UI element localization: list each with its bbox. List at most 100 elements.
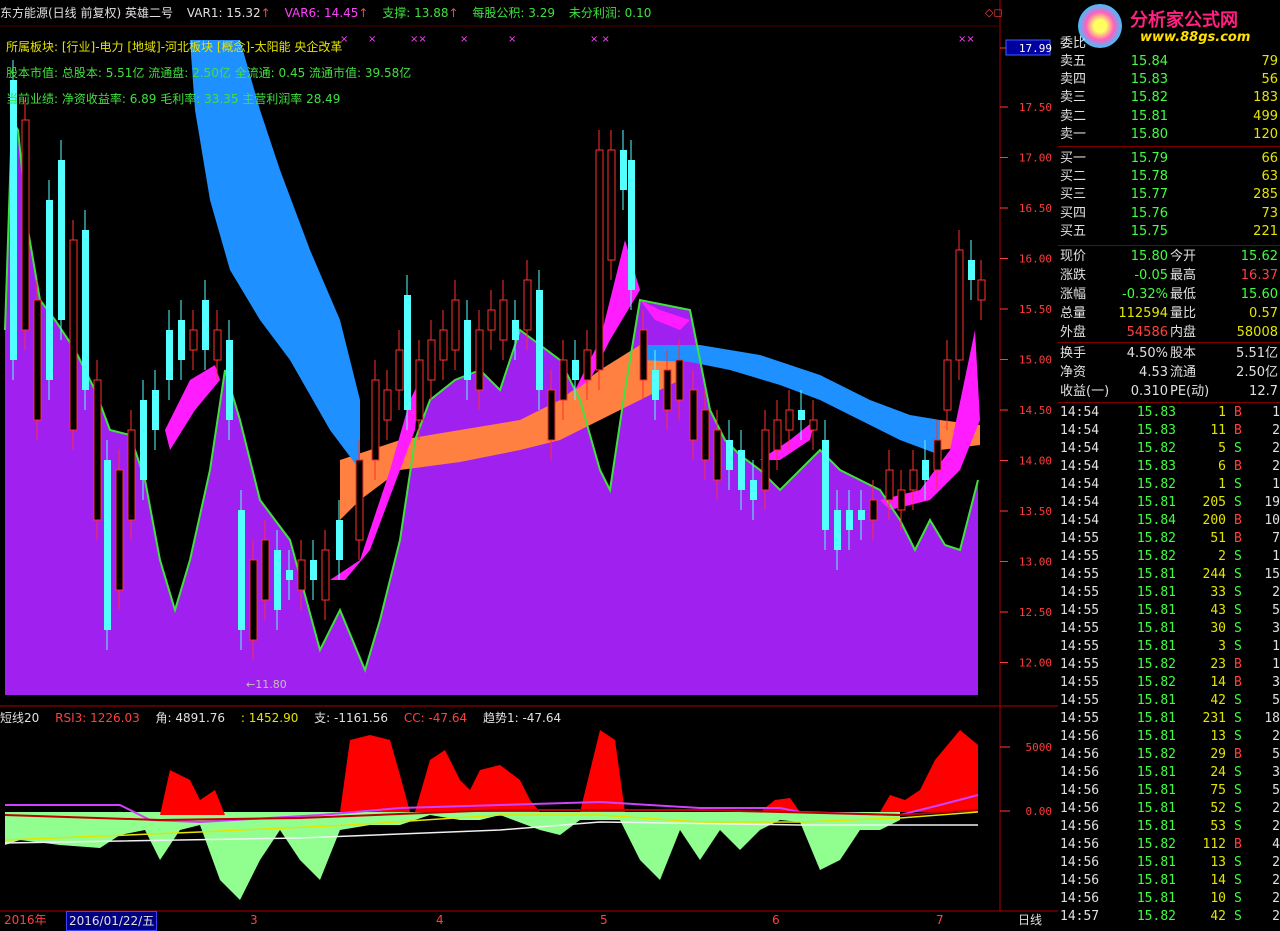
quote-volume: 285 (1253, 187, 1278, 203)
price-axis: 17.99 17.50 17.00 16.50 16.00 15.50 15.00 14.50… (1000, 39, 1052, 670)
candle-body (427, 339, 436, 381)
tick-row: 14:54 15.84 200 B 10 (1060, 513, 1280, 528)
candle-body (464, 320, 471, 380)
quote-row[interactable]: 卖一 15.80 120 (1058, 126, 1280, 144)
val3-value: : 1452.90 (240, 711, 299, 725)
tick-row: 14:56 15.81 14 S 2 (1060, 873, 1280, 888)
quote-row[interactable]: 买三 15.77 285 (1058, 186, 1280, 204)
logo-title: 分析家公式网 (1130, 10, 1238, 31)
sector-info: 所属板块: [行业]-电力 [地域]-河北板块 [概念]-太阳能 央企改革 (6, 40, 343, 54)
tick-row: 14:56 15.81 13 S 2 (1060, 855, 1280, 870)
tick-row: 14:57 15.82 42 S 2 (1060, 909, 1280, 924)
quote-label: 买一 (1060, 151, 1087, 166)
quote-label: 买三 (1060, 187, 1087, 203)
candle-body (750, 480, 757, 500)
tick-row: 14:56 15.81 24 S 3 (1060, 765, 1280, 780)
candle-body (955, 249, 964, 361)
candle-body (834, 510, 841, 550)
candle-body (249, 559, 258, 641)
candle-body (371, 379, 380, 461)
candle-body (583, 349, 592, 381)
tick-row: 14:55 15.82 2 S 1 (1060, 549, 1280, 564)
candle-body (773, 419, 782, 451)
candle-body (785, 409, 794, 431)
candle-body (607, 149, 616, 261)
candle-body (115, 469, 124, 591)
tick-row: 14:54 15.81 205 S 19 (1060, 495, 1280, 510)
candle-body (475, 329, 484, 391)
tick-row: 14:55 15.81 42 S 5 (1060, 693, 1280, 708)
price-axis-label: 14.00 (1019, 455, 1052, 468)
sub-axis-label-zero: 0.00 (1026, 805, 1053, 818)
low-price-marker: ←11.80 (246, 678, 287, 691)
candle-body (943, 359, 952, 411)
tick-row: 14:54 15.83 11 B 2 (1060, 423, 1280, 438)
candle-body (166, 330, 173, 380)
candle-body (395, 349, 404, 391)
quote-row[interactable]: 买四 15.76 73 (1058, 205, 1280, 223)
tick-row: 14:55 15.81 244 S 15 (1060, 567, 1280, 582)
candle-body (226, 340, 233, 420)
tick-row: 14:55 15.82 14 B 3 (1060, 675, 1280, 690)
candle-body (675, 359, 684, 401)
quote-row[interactable]: 买一 15.79 66 (1058, 150, 1280, 168)
svg-text:××: ×× (958, 34, 975, 45)
quote-price: 15.84 (1130, 54, 1168, 69)
quote-row[interactable]: 买五 15.75 221 (1058, 223, 1280, 241)
quote-volume: 79 (1261, 54, 1278, 69)
sub-axis-label-5000: 5000 (1026, 741, 1053, 754)
candle-body (798, 410, 805, 420)
fund-value: 每股公积: 3.29 (472, 6, 555, 20)
quote-row[interactable]: 买二 15.78 63 (1058, 168, 1280, 186)
tick-row: 14:56 15.81 52 S 2 (1060, 801, 1280, 816)
candle-body (487, 309, 496, 331)
quote-row[interactable]: 卖三 15.82 183 (1058, 89, 1280, 107)
quote-label: 卖四 (1060, 72, 1087, 88)
stat-row: 外盘 54586 内盘 58008 (1060, 325, 1278, 340)
quote-volume: 120 (1253, 126, 1278, 142)
candle-body (713, 429, 722, 481)
month-7: 7 (936, 913, 944, 927)
price-axis-label: 16.00 (1019, 253, 1052, 266)
logo-url: www.88gs.com (1140, 30, 1251, 45)
tick-row: 14:55 15.81 3 S 1 (1060, 639, 1280, 654)
price-axis-label: 13.00 (1019, 556, 1052, 569)
candle-body (93, 379, 102, 521)
quote-price: 15.83 (1130, 72, 1168, 88)
quote-volume: 56 (1261, 72, 1278, 88)
indicator-header: 东方能源(日线 前复权) 英雄二号 VAR1: 15.32↑ VAR6: 14.… (0, 6, 652, 20)
candle-body (58, 160, 65, 320)
quote-row[interactable]: 卖二 15.81 499 (1058, 108, 1280, 126)
candle-body (451, 299, 460, 351)
candle-body (547, 389, 556, 441)
chart-canvas[interactable]: 17.99 17.50 17.00 16.50 16.00 15.50 15.00 14.50… (0, 0, 1058, 929)
tick-row: 14:56 15.81 53 S 2 (1060, 819, 1280, 834)
quote-price: 15.76 (1130, 205, 1168, 221)
candle-body (46, 200, 53, 380)
capital-info: 股本市值: 总股本: 5.51亿 流通盘: 2.50亿 全流通: 0.45 流通… (6, 66, 412, 80)
stat-row: 涨跌 -0.05 最高 16.37 (1060, 268, 1278, 283)
quote-volume: 499 (1253, 108, 1278, 124)
quote-row[interactable]: 卖四 15.83 56 (1058, 71, 1280, 89)
tick-row: 14:54 15.83 1 B 1 (1060, 405, 1280, 420)
candle-body (202, 300, 209, 350)
candle-body (536, 290, 543, 390)
quote-price: 15.81 (1130, 108, 1168, 124)
month-3: 3 (250, 913, 258, 927)
price-axis-label: 14.50 (1019, 404, 1052, 417)
quote-label: 卖二 (1060, 108, 1087, 124)
candle-body (189, 329, 198, 351)
quote-price: 15.75 (1130, 223, 1168, 239)
tick-row: 14:55 15.81 30 S 3 (1060, 621, 1280, 636)
var1-value: VAR1: 15.32 (186, 6, 261, 20)
candle-body (286, 570, 293, 580)
candle-body (69, 239, 78, 431)
tick-row: 14:56 15.82 29 B 5 (1060, 747, 1280, 762)
logo: 分析家公式网 www.88gs.com (1078, 2, 1278, 52)
period-button[interactable]: 日线 (1018, 911, 1042, 929)
candle-body (663, 369, 672, 411)
quote-row[interactable]: 卖五 15.84 79 (1058, 53, 1280, 71)
signal-markers: × × ×× × × × × ×× (340, 34, 975, 45)
candle-body (213, 329, 222, 361)
candle-body (297, 559, 306, 591)
